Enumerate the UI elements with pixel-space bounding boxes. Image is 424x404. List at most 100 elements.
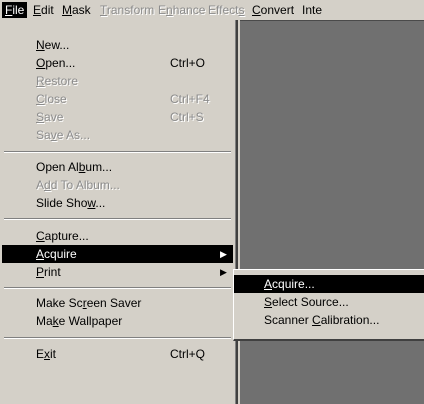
menu-convert-mnemonic: C	[252, 3, 261, 17]
submenu-item-scanner-calibration-text: Scanner	[264, 313, 313, 327]
menu-item-open-label: Open...	[36, 54, 75, 72]
workspace-edge	[240, 20, 424, 21]
menu-item-open-album-label: Open Album...	[36, 158, 112, 176]
menu-item-open-album-text-rest: um...	[85, 160, 113, 174]
menu-edit-text-rest: dit	[41, 3, 54, 17]
menu-file-text-rest: ile	[12, 3, 25, 17]
submenu-item-scanner-calibration[interactable]: Scanner Calibration...	[234, 311, 424, 329]
submenu-item-scanner-calibration-text-rest: alibration...	[320, 313, 380, 327]
menu-item-acquire-label: Acquire	[36, 245, 77, 263]
menu-item-capture[interactable]: Capture...	[2, 227, 233, 245]
menu-item-new[interactable]: New...	[2, 36, 233, 54]
menu-item-exit-text-rest: it	[50, 347, 57, 361]
menu-item-exit-label: Exit	[36, 345, 56, 363]
file-menu: New... Open... Ctrl+O Restore Close Ctrl…	[0, 20, 238, 404]
menu-item-add-to-album-mnemonic: d	[44, 178, 51, 192]
menu-item-save-as[interactable]: Save As...	[2, 126, 233, 144]
menu-item-slide-show[interactable]: Slide Show...	[2, 194, 233, 212]
menu-enhance-mnemonic: n	[166, 3, 173, 17]
menu-item-restore-text-rest: estore	[44, 74, 79, 88]
menu-item-close-text-rest: lose	[44, 92, 67, 106]
submenu-item-select-source-label: Select Source...	[264, 293, 349, 311]
menu-separator	[4, 287, 231, 289]
menu-item-exit[interactable]: Exit Ctrl+Q	[2, 345, 233, 363]
menu-item-add-to-album[interactable]: Add To Album...	[2, 176, 233, 194]
menu-item-save-as-label: Save As...	[36, 126, 90, 144]
menu-item-new-mnemonic: N	[36, 38, 45, 52]
menu-item-save-as-text-rest: e As...	[56, 128, 91, 142]
menu-item-make-screen-saver-text: Make Sc	[36, 296, 83, 310]
menu-mask-text-rest: ask	[72, 3, 91, 17]
menu-item-make-screen-saver-label: Make Screen Saver	[36, 294, 141, 312]
menu-item-open[interactable]: Open... Ctrl+O	[2, 54, 233, 72]
menu-transform-text-rest: ransform	[106, 3, 155, 17]
menu-transform-mnemonic: T	[100, 3, 107, 17]
menu-item-make-wallpaper-text: Ma	[36, 314, 53, 328]
acquire-submenu: Acquire... Select Source... Scanner Cali…	[233, 269, 424, 341]
menu-item-add-to-album-label: Add To Album...	[36, 176, 120, 194]
menu-mask[interactable]: Mask	[62, 3, 91, 17]
menu-inte-text: Inte	[302, 3, 323, 17]
menu-item-exit-text: E	[36, 347, 45, 361]
submenu-item-scanner-calibration-label: Scanner Calibration...	[264, 311, 379, 329]
menu-enhance-text-rest: hance	[172, 3, 206, 17]
menu-item-print-mnemonic: P	[36, 265, 45, 279]
menu-item-make-wallpaper[interactable]: Make Wallpaper	[2, 312, 233, 330]
menu-edit-mnemonic: E	[33, 3, 42, 17]
menu-edit[interactable]: Edit	[33, 3, 54, 17]
menu-item-close-shortcut: Ctrl+F4	[170, 92, 210, 106]
submenu-item-acquire-text-rest: cquire...	[272, 277, 315, 291]
menu-enhance[interactable]: Enhance	[158, 3, 205, 17]
menu-item-add-to-album-text-rest: d To Album...	[50, 178, 120, 192]
menu-separator	[4, 151, 231, 153]
submenu-item-scanner-calibration-mnemonic: C	[312, 313, 321, 327]
menu-item-make-screen-saver[interactable]: Make Screen Saver	[2, 294, 233, 312]
submenu-arrow-icon: ▶	[220, 249, 227, 259]
menu-item-save-label: Save	[36, 108, 63, 126]
menu-item-open-album[interactable]: Open Album...	[2, 158, 233, 176]
menu-item-slide-show-label: Slide Show...	[36, 194, 105, 212]
submenu-arrow-icon: ▶	[220, 267, 227, 277]
menu-item-capture-label: Capture...	[36, 227, 89, 245]
menu-file[interactable]: File	[2, 2, 28, 18]
menu-item-print-text-rest: rint	[44, 265, 61, 279]
menu-item-restore-mnemonic: R	[36, 74, 45, 88]
menu-item-save-mnemonic: S	[36, 110, 45, 124]
menu-inte[interactable]: Inte	[302, 3, 322, 17]
menu-item-acquire[interactable]: Acquire ▶	[2, 245, 233, 263]
menu-item-save[interactable]: Save Ctrl+S	[2, 108, 233, 126]
menu-effects-mnemonic: s	[238, 3, 245, 17]
menu-separator	[4, 337, 231, 339]
menu-item-open-album-text: Open Al	[36, 160, 79, 174]
menu-transform[interactable]: Transform	[100, 3, 154, 17]
submenu-item-acquire-label: Acquire...	[264, 275, 315, 293]
menu-item-open-text-rest: pen...	[45, 56, 76, 70]
menu-item-acquire-mnemonic: A	[36, 247, 45, 261]
submenu-item-acquire[interactable]: Acquire...	[234, 275, 424, 293]
menu-convert[interactable]: Convert	[252, 3, 294, 17]
menu-item-save-text-rest: ave	[44, 110, 64, 124]
menu-item-exit-shortcut: Ctrl+Q	[170, 347, 206, 361]
menu-item-new-text-rest: ew...	[44, 38, 70, 52]
menu-item-open-shortcut: Ctrl+O	[170, 56, 206, 70]
menu-item-close[interactable]: Close Ctrl+F4	[2, 90, 233, 108]
menu-item-print[interactable]: Print ▶	[2, 263, 233, 281]
menu-convert-text-rest: onvert	[260, 3, 295, 17]
menu-item-make-wallpaper-text-rest: e Wallpaper	[58, 314, 123, 328]
submenu-item-select-source[interactable]: Select Source...	[234, 293, 424, 311]
menu-item-restore[interactable]: Restore	[2, 72, 233, 90]
menu-item-new-label: New...	[36, 36, 69, 54]
menu-item-save-as-text: Sa	[36, 128, 51, 142]
submenu-item-acquire-mnemonic: A	[264, 277, 273, 291]
menu-separator	[4, 218, 231, 220]
menu-effects[interactable]: Effects	[208, 3, 244, 17]
submenu-item-select-source-mnemonic: S	[264, 295, 273, 309]
menu-item-capture-text-rest: apture...	[44, 229, 89, 243]
menu-item-print-label: Print	[36, 263, 61, 281]
menu-item-slide-show-text-rest: ...	[95, 196, 106, 210]
workspace-area	[240, 20, 424, 404]
menu-item-open-mnemonic: O	[36, 56, 46, 70]
menu-item-make-wallpaper-label: Make Wallpaper	[36, 312, 122, 330]
menu-item-close-mnemonic: C	[36, 92, 45, 106]
menu-item-slide-show-text: Slide Sho	[36, 196, 88, 210]
